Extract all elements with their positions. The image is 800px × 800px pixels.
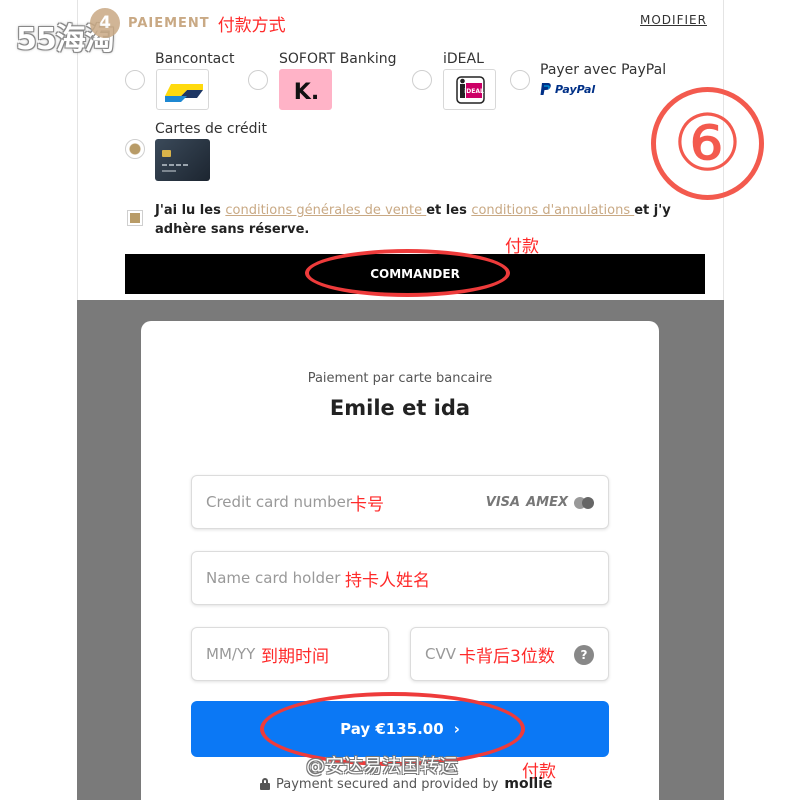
annotation-expiry: 到期时间	[261, 647, 329, 667]
modal-title: Emile et ida	[329, 396, 471, 420]
lock-icon	[260, 778, 270, 790]
klarna-sofort-logo-icon[interactable]: K.	[279, 69, 332, 110]
commander-button[interactable]: COMMANDER	[125, 254, 705, 294]
cvv-field[interactable]: CVV 卡背后3位数 ?	[410, 627, 609, 681]
pay-button-label: Pay €135.00	[340, 720, 444, 738]
link-cancellation-conditions[interactable]: conditions d'annulations	[471, 203, 634, 218]
secured-text: Payment secured and provided by	[276, 776, 499, 792]
modify-link[interactable]: MODIFIER	[640, 13, 707, 27]
option-label-sofort: SOFORT Banking	[279, 51, 397, 67]
radio-bancontact[interactable]	[125, 70, 145, 90]
annotation-cvv: 卡背后3位数	[459, 647, 555, 667]
left-margin	[0, 0, 77, 800]
radio-credit-card[interactable]	[125, 139, 145, 159]
option-label-paypal: Payer avec PayPal	[540, 62, 667, 78]
section-title: PAIEMENT	[128, 15, 210, 31]
card-brand-icons: VISA AMEX	[486, 495, 594, 510]
annotation-card-holder: 持卡人姓名	[345, 571, 430, 591]
bancontact-logo-icon[interactable]	[156, 69, 209, 110]
step-annotation-number: ⑥	[651, 87, 764, 200]
visa-icon: VISA	[485, 495, 521, 510]
chevron-right-icon: ›	[453, 720, 460, 738]
ideal-logo-icon[interactable]: iDEAL	[443, 69, 496, 110]
expiry-placeholder: MM/YY	[206, 645, 256, 663]
option-label-ideal: iDEAL	[443, 51, 484, 67]
paypal-logo-text: PayPal	[555, 82, 596, 96]
svg-text:iDEAL: iDEAL	[464, 88, 484, 95]
modal-subtitle: Paiement par carte bancaire	[307, 371, 493, 386]
radio-ideal[interactable]	[412, 70, 432, 90]
terms-checkbox[interactable]	[127, 210, 143, 226]
radio-paypal[interactable]	[510, 70, 530, 90]
credit-card-logo-icon[interactable]	[155, 139, 210, 181]
option-label-credit-card: Cartes de crédit	[155, 121, 267, 137]
option-label-bancontact: Bancontact	[155, 51, 235, 67]
link-general-conditions[interactable]: conditions générales de vente	[225, 203, 426, 218]
step-number: 4	[90, 8, 120, 38]
payment-section-header: 4 PAIEMENT 付款方式	[90, 8, 286, 38]
amex-icon: AMEX	[526, 495, 568, 510]
mollie-logo: mollie	[504, 776, 553, 792]
terms-part1: J'ai lu les	[155, 203, 226, 218]
credit-card-number-field[interactable]: Credit card number 卡号 VISA AMEX	[191, 475, 609, 529]
radio-sofort[interactable]	[248, 70, 268, 90]
card-holder-placeholder: Name card holder	[206, 569, 341, 587]
terms-part2: et les	[426, 203, 472, 218]
pay-button[interactable]: Pay €135.00 ›	[191, 701, 609, 757]
expiry-date-field[interactable]: MM/YY 到期时间	[191, 627, 389, 681]
card-holder-name-field[interactable]: Name card holder 持卡人姓名	[191, 551, 609, 605]
watermark-bottom: @安达易法国转运	[306, 755, 459, 777]
cvv-placeholder: CVV	[425, 645, 456, 663]
paypal-logo-icon[interactable]: PayPal	[540, 82, 595, 96]
secured-payment-footer: Payment secured and provided by mollie	[260, 776, 553, 792]
annotation-payment-method: 付款方式	[217, 15, 286, 36]
card-number-placeholder: Credit card number	[206, 493, 353, 511]
terms-text: J'ai lu les conditions générales de vent…	[155, 201, 715, 239]
mastercard-icon	[574, 496, 594, 509]
annotation-card-number: 卡号	[350, 495, 384, 515]
help-icon[interactable]: ?	[574, 645, 594, 665]
svg-text:K.: K.	[294, 80, 319, 105]
